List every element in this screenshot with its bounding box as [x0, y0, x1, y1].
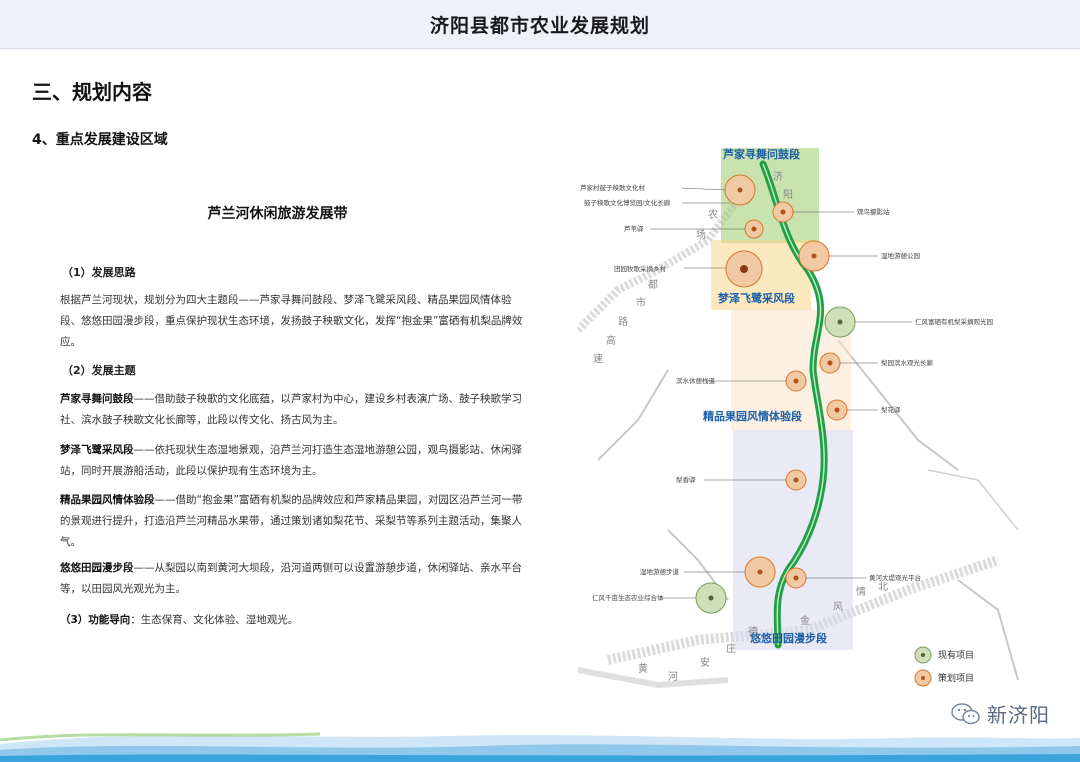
segment-label-1: 芦家寻舞问鼓段: [723, 147, 800, 161]
road-label: 风: [833, 601, 843, 613]
callout-text: 仁风富硒有机梨采摘观光园: [915, 317, 993, 326]
segment-label-4: 悠悠田园漫步段: [749, 631, 827, 645]
road-label: 庄: [726, 642, 736, 655]
theme-item-1: 芦家寻舞问鼓段——借助鼓子秧歌的文化底蕴，以芦家村为中心，建设乡村表演广场、鼓子…: [60, 393, 522, 426]
callout-text: 鼓子秧歌文化博览园/文化长廊: [584, 198, 671, 207]
road-label: 高: [606, 334, 616, 347]
segment-label-2: 梦泽飞鹭采风段: [718, 291, 795, 305]
callout-text: 湿地游憩步道: [640, 567, 680, 576]
zone-segment-4: [733, 430, 853, 650]
callout-text: 梨园滨水观光长廊: [881, 358, 934, 367]
page-title: 济阳县都市农业发展规划: [429, 14, 650, 37]
callout-text: 梨香驿: [676, 475, 696, 484]
ideas-text: 根据芦兰河现状，规划分为四大主题段——芦家寻舞问鼓段、梦泽飞鹭采风段、精品果园风…: [60, 294, 523, 348]
road-label: 路: [618, 315, 628, 328]
road-label: 北: [878, 581, 888, 593]
theme-item-2: 梦泽飞鹭采风段——依托现状生态湿地景观，沿芦兰河打造生态湿地游憩公园，观鸟摄影站…: [60, 444, 522, 477]
themes-heading: （2）发展主题: [62, 364, 136, 377]
segment-label-3: 精品果园风情体验段: [703, 409, 802, 423]
road-label: 黄: [638, 662, 648, 675]
river-map: 芦家寻舞问鼓段 梦泽飞鹭采风段 精品果园风情体验段 悠悠田园漫步段 芦家村鼓子秧…: [578, 140, 1028, 700]
road-label: 德: [748, 625, 758, 638]
road-label: 情: [856, 585, 866, 598]
road-label: 市: [636, 296, 646, 309]
section-title: 三、规划内容: [32, 80, 152, 104]
road-label: 都: [648, 279, 658, 291]
road-label: 河: [668, 671, 678, 683]
road-label: 安: [700, 656, 710, 669]
brand-watermark: 新济阳: [951, 699, 1050, 728]
callout-text: 黄河大堤观光平台: [869, 573, 921, 582]
callout-text: 梨花驿: [881, 405, 901, 414]
theme-item-4: 悠悠田园漫步段——从梨园以南到黄河大坝段，沿河道两侧可以设置游憩步道，休闲驿站、…: [60, 562, 522, 595]
road-label: 济: [773, 170, 783, 183]
theme-item-3: 精品果园风情体验段——借助“抱金果”富硒有机梨的品牌效应和芦家精品果园，对园区沿…: [60, 494, 523, 548]
page-header: 济阳县都市农业发展规划: [0, 0, 1080, 49]
callout-text: 仁风千亩生态农业综合体: [592, 593, 664, 602]
road-label: 速: [593, 353, 603, 365]
band-title: 芦兰河休闲旅游发展带: [207, 206, 348, 222]
legend-planned-label: 策划项目: [938, 672, 974, 683]
callout-text: 湿地游憩公园: [881, 251, 920, 260]
callout-text: 芦家村鼓子秧歌文化村: [580, 183, 646, 192]
legend-existing-label: 现有项目: [938, 649, 974, 660]
road-label: 金: [800, 614, 810, 627]
road-label: 场: [696, 228, 706, 241]
callout-text: 芦苇驿: [624, 224, 644, 233]
brand-name: 新济阳: [987, 703, 1050, 727]
footer-decoration: [0, 732, 1080, 762]
callout-text: 滨水休憩栈道: [676, 376, 716, 385]
road-label: 农: [708, 208, 718, 221]
function-line: （3）功能导向：生态保育、文化体验、湿地观光。: [60, 614, 299, 626]
subsection-title: 4、重点发展建设区域: [32, 132, 168, 148]
ideas-heading: （1）发展思路: [62, 266, 136, 279]
map-figure: 芦家寻舞问鼓段 梦泽飞鹭采风段 精品果园风情体验段 悠悠田园漫步段 芦家村鼓子秧…: [578, 140, 1028, 700]
callout-text: 观鸟摄影站: [857, 207, 890, 216]
wechat-icon: [951, 702, 980, 724]
callout-text: 田园牧歌采摘乡村: [614, 264, 667, 273]
road-label: 阳: [783, 189, 793, 201]
